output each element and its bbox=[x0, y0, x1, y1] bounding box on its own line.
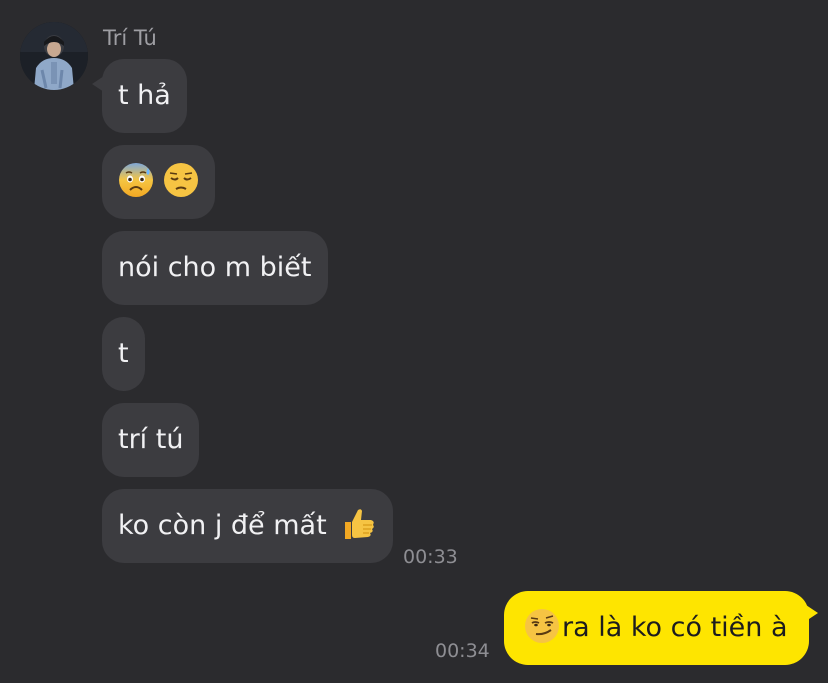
message-bubble[interactable]: ko còn j để mất bbox=[102, 489, 394, 563]
thumbs-up-emoji bbox=[345, 508, 375, 539]
sender-name: Trí Tú bbox=[103, 26, 157, 50]
message-text: nói cho m biết bbox=[118, 252, 312, 283]
message-text: ra là ko có tiền à bbox=[562, 612, 788, 643]
message-text: t hả bbox=[118, 80, 171, 111]
message-timestamp: 00:33 bbox=[403, 546, 458, 568]
smirking-face-emoji bbox=[525, 608, 559, 643]
profile-photo-icon bbox=[20, 22, 88, 90]
message-text: t bbox=[118, 338, 129, 369]
outgoing-message-bubble[interactable]: ra là ko có tiền à bbox=[504, 591, 809, 665]
bubble-tail bbox=[806, 605, 818, 621]
message-bubble[interactable] bbox=[102, 145, 215, 219]
avatar[interactable] bbox=[20, 22, 88, 90]
message-bubble[interactable]: trí tú bbox=[102, 403, 200, 477]
anxious-face-with-sweat-emoji bbox=[119, 162, 153, 197]
pensive-face-emoji bbox=[163, 162, 198, 197]
message-text: ko còn j để mất bbox=[118, 510, 327, 541]
message-bubble[interactable]: t hả bbox=[102, 59, 187, 133]
message-bubble[interactable]: t bbox=[102, 317, 145, 391]
message-text: trí tú bbox=[118, 424, 184, 455]
chat-view: Trí Tú t hả nói cho m biết t trí tú ko c… bbox=[0, 0, 828, 683]
message-bubble[interactable]: nói cho m biết bbox=[102, 231, 328, 305]
message-timestamp: 00:34 bbox=[435, 640, 490, 662]
